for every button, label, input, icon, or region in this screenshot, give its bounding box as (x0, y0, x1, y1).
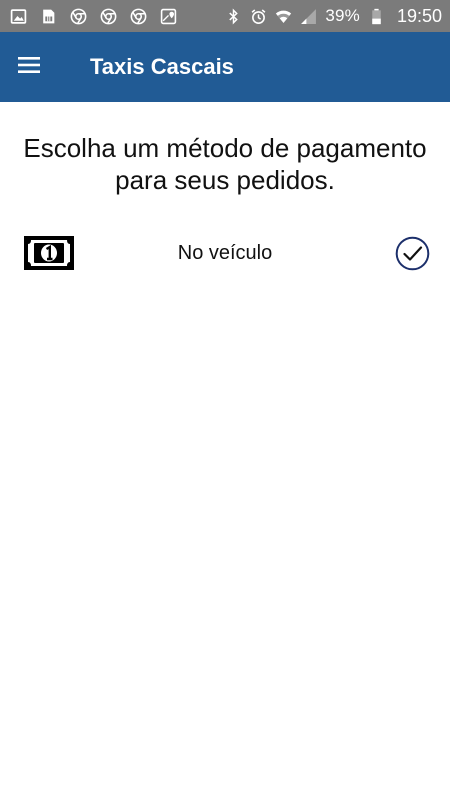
hamburger-menu-icon (17, 55, 43, 80)
status-right-icons: 39% 19:50 (225, 6, 442, 27)
gallery-icon (10, 8, 27, 25)
maps-icon (160, 8, 177, 25)
payment-method-label: No veículo (177, 242, 273, 264)
status-bar: 39% 19:50 (0, 0, 450, 32)
menu-button[interactable] (0, 32, 60, 102)
status-left-icons (10, 8, 177, 25)
app-title: Taxis Cascais (90, 54, 234, 79)
battery-icon (368, 8, 385, 25)
wifi-icon (275, 8, 292, 25)
alarm-icon (250, 8, 267, 25)
bluetooth-icon (225, 8, 242, 25)
sim-card-icon (40, 8, 57, 25)
check-circle-icon[interactable] (395, 236, 430, 271)
page-heading: Escolha um método de pagamento para seus… (23, 133, 427, 195)
chrome-icon (130, 8, 147, 25)
chrome-icon (70, 8, 87, 25)
chrome-icon (100, 8, 117, 25)
battery-percent: 39% (325, 6, 360, 25)
main-content: Escolha um método de pagamento para seus… (0, 102, 450, 800)
app-bar: Taxis Cascais (0, 32, 450, 102)
payment-method-vehicle[interactable]: No veículo (0, 228, 450, 278)
clock: 19:50 (396, 5, 442, 26)
signal-icon (300, 8, 317, 25)
